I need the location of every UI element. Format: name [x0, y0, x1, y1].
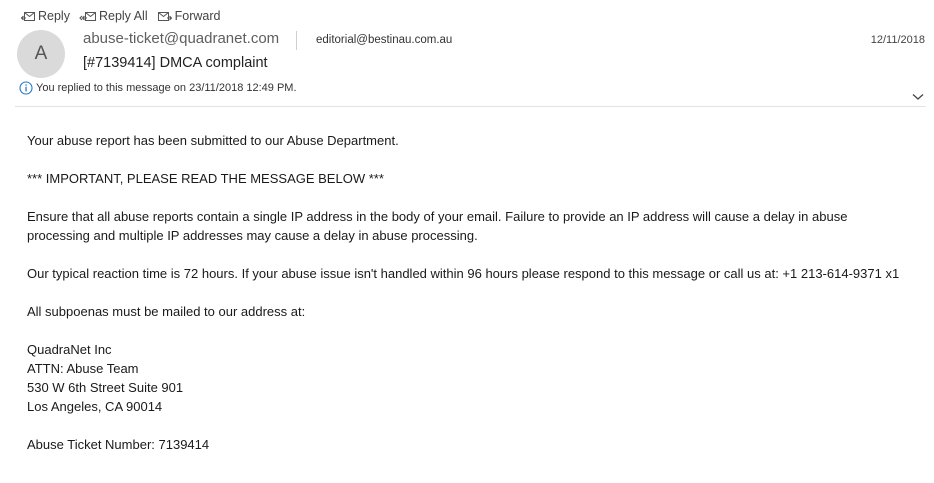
message-body: Your abuse report has been submitted to …: [27, 131, 907, 473]
forward-label: Forward: [174, 9, 221, 23]
mailing-address: QuadraNet Inc ATTN: Abuse Team 530 W 6th…: [27, 342, 184, 414]
body-paragraph: Your abuse report has been submitted to …: [27, 133, 399, 148]
reply-all-icon: [79, 12, 96, 21]
sender-address[interactable]: abuse-ticket@quadranet.com: [83, 30, 279, 47]
message-date: 12/11/2018: [870, 34, 925, 46]
reply-info-text: You replied to this message on 23/11/201…: [36, 82, 297, 94]
header-divider-line: [15, 106, 926, 107]
info-icon: [19, 81, 33, 95]
reply-label: Reply: [38, 9, 70, 23]
reply-button[interactable]: Reply: [20, 9, 70, 23]
forward-icon: [157, 12, 172, 21]
ticket-number: Abuse Ticket Number: 7139414: [27, 437, 210, 452]
reply-all-button[interactable]: Reply All: [79, 9, 148, 23]
body-paragraph: All subpoenas must be mailed to our addr…: [27, 304, 306, 319]
header-divider: [296, 31, 297, 50]
forward-button[interactable]: Forward: [157, 9, 221, 23]
message-toolbar: Reply Reply All Forward: [20, 6, 229, 26]
reply-all-label: Reply All: [98, 9, 148, 23]
expand-header-button[interactable]: [912, 88, 924, 106]
chevron-down-icon: [912, 94, 924, 100]
message-subject: [#7139414] DMCA complaint: [83, 55, 268, 71]
reply-info-bar: You replied to this message on 23/11/201…: [19, 81, 297, 95]
reply-icon: [20, 12, 35, 21]
body-paragraph: *** IMPORTANT, PLEASE READ THE MESSAGE B…: [27, 171, 384, 186]
recipient-address[interactable]: editorial@bestinau.com.au: [316, 34, 452, 46]
sender-avatar[interactable]: A: [17, 30, 65, 78]
body-paragraph: Ensure that all abuse reports contain a …: [27, 209, 848, 243]
body-paragraph: Our typical reaction time is 72 hours. I…: [27, 266, 900, 281]
